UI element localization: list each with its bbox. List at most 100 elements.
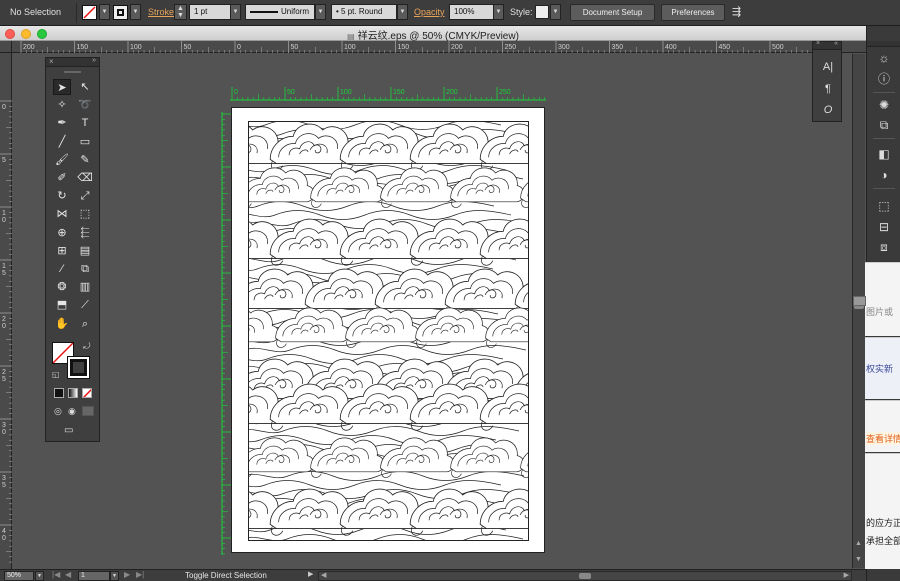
fill-dropdown[interactable]: ▼ <box>99 4 110 20</box>
character-icon[interactable]: A| <box>820 60 836 74</box>
preferences-button[interactable]: Preferences <box>661 4 725 21</box>
pathfinder-icon[interactable]: ⧈ <box>875 239 893 255</box>
default-fill-stroke-icon[interactable]: ◱ <box>52 370 60 379</box>
screen-mode-icon[interactable]: ▭ <box>64 425 81 436</box>
shape-builder-tool-icon[interactable]: ⊕ <box>53 225 71 241</box>
brush-dropdown[interactable]: ▼ <box>397 4 408 20</box>
opacity-dropdown[interactable]: ▼ <box>493 4 504 20</box>
gradient-tool-icon[interactable]: ▤ <box>76 243 94 259</box>
type-tool-icon[interactable]: T <box>76 115 94 131</box>
info-icon[interactable]: ⓘ <box>875 71 893 87</box>
expand-panel-icon[interactable]: « <box>834 40 838 47</box>
stroke-color-box[interactable] <box>67 356 90 379</box>
blob-brush-tool-icon[interactable]: ✐ <box>53 170 71 186</box>
scroll-left-icon[interactable]: ◀ <box>321 571 326 579</box>
horizontal-scroll-thumb[interactable] <box>579 573 591 579</box>
last-artboard-icon[interactable]: ▶| <box>136 570 144 579</box>
character-panel-strip[interactable]: × « A| ¶ O <box>812 40 842 122</box>
tools-panel[interactable]: × » ➤ ↖ ✧ ➰ ✒ T ╱ ▭ 🖌 ✎ ✐ ⌫ ↻ ⤢ ⋈ ⬚ ⊕ ⬱ ⊞ ▤ ⁄ ⧉ ❂ ▥ ⬒ ⟋ ✋ ⌕ ⤾ ◱ ◎ ◉… <box>45 57 100 442</box>
zoom-dropdown[interactable]: ▼ <box>35 571 44 581</box>
color-guide-icon[interactable]: ◑ <box>875 167 893 183</box>
pen-tool-icon[interactable]: ✒ <box>53 115 71 131</box>
status-menu-icon[interactable]: ▶ <box>308 570 313 578</box>
line-segment-tool-icon[interactable]: ╱ <box>53 134 71 150</box>
variable-width-profile[interactable]: Uniform <box>245 4 315 20</box>
eyedropper-tool-icon[interactable]: ⁄ <box>53 261 71 277</box>
ruler-origin[interactable] <box>0 41 12 53</box>
style-dropdown[interactable]: ▼ <box>550 4 561 20</box>
appearance-icon[interactable]: ✺ <box>875 97 893 113</box>
direct-selection-tool-icon[interactable]: ↖ <box>76 79 94 95</box>
close-panel-icon[interactable]: × <box>49 57 54 66</box>
mesh-tool-icon[interactable]: ⊞ <box>53 243 71 259</box>
draw-normal-icon[interactable]: ◎ <box>54 406 66 416</box>
magic-wand-tool-icon[interactable]: ✧ <box>53 97 71 113</box>
first-artboard-icon[interactable]: |◀ <box>52 570 60 579</box>
style-swatch[interactable] <box>535 5 549 19</box>
transform-icon[interactable]: ⬚ <box>875 198 893 214</box>
zoom-field[interactable]: 50% <box>4 571 34 581</box>
paintbrush-tool-icon[interactable]: 🖌 <box>53 152 71 168</box>
blend-tool-icon[interactable]: ⧉ <box>76 261 94 277</box>
rectangle-tool-icon[interactable]: ▭ <box>76 134 94 150</box>
perspective-grid-tool-icon[interactable]: ⬱ <box>76 225 94 241</box>
none-mode-icon[interactable] <box>82 388 92 398</box>
draw-behind-icon[interactable]: ◉ <box>68 406 80 416</box>
vertical-ruler[interactable]: 051015202530354045 <box>0 41 12 569</box>
profile-dropdown[interactable]: ▼ <box>315 4 326 20</box>
previous-artboard-icon[interactable]: ◀ <box>65 570 71 579</box>
artboard-tool-icon[interactable]: ⬒ <box>53 297 71 313</box>
paragraph-icon[interactable]: ¶ <box>820 82 836 96</box>
swap-fill-stroke-icon[interactable]: ⤾ <box>83 341 91 352</box>
zoom-tool-icon[interactable]: ⌕ <box>76 316 94 332</box>
width-tool-icon[interactable]: ⋈ <box>53 206 71 222</box>
artboard-field[interactable]: 1 <box>78 571 110 581</box>
panel-grip[interactable] <box>64 71 81 73</box>
stroke-weight-field[interactable]: 1 pt <box>189 4 231 20</box>
selection-tool-icon[interactable]: ➤ <box>53 79 71 95</box>
hand-tool-icon[interactable]: ✋ <box>53 316 71 332</box>
dock-header[interactable] <box>867 41 900 47</box>
opentype-icon[interactable]: O <box>820 103 836 117</box>
column-graph-tool-icon[interactable]: ▥ <box>76 279 94 295</box>
stroke-swatch[interactable] <box>113 5 128 20</box>
stroke-color-dropdown[interactable]: ▼ <box>130 4 141 20</box>
graphic-styles-icon[interactable]: ⧉ <box>875 117 893 133</box>
panel-strip-header[interactable]: × « <box>813 40 841 50</box>
free-transform-tool-icon[interactable]: ⬚ <box>76 206 94 222</box>
symbol-sprayer-tool-icon[interactable]: ❂ <box>53 279 71 295</box>
rotate-tool-icon[interactable]: ↻ <box>53 188 71 204</box>
align-icon[interactable]: ⊟ <box>875 219 893 235</box>
dock-splitter[interactable] <box>853 296 866 306</box>
stroke-weight-stepper[interactable]: ▲ ▼ <box>174 4 187 20</box>
scroll-right-icon[interactable]: ▶ <box>844 571 849 579</box>
stroke-weight-dropdown[interactable]: ▼ <box>230 4 241 20</box>
slice-tool-icon[interactable]: ⟋ <box>76 297 94 313</box>
eraser-tool-icon[interactable]: ⌫ <box>76 170 94 186</box>
scroll-down-icon[interactable]: ▼ <box>855 556 862 563</box>
tools-panel-header[interactable]: × » <box>46 57 99 67</box>
cloud-pattern-artwork[interactable] <box>248 121 529 541</box>
brush-definition[interactable]: • 5 pt. Round <box>331 4 397 20</box>
draw-inside-icon[interactable] <box>82 406 94 416</box>
next-artboard-icon[interactable]: ▶ <box>124 570 130 579</box>
color-mode-icon[interactable] <box>54 388 64 398</box>
opacity-field[interactable]: 100% <box>449 4 494 20</box>
collapse-panel-icon[interactable]: » <box>92 57 96 64</box>
horizontal-scrollbar[interactable]: ◀ ▶ <box>318 571 852 581</box>
fill-swatch[interactable] <box>82 5 97 20</box>
vertical-scrollbar[interactable]: ▲ ▼ <box>852 54 865 568</box>
artboard-dropdown[interactable]: ▼ <box>110 571 119 581</box>
lasso-tool-icon[interactable]: ➰ <box>76 97 94 113</box>
scroll-up-icon[interactable]: ▲ <box>855 540 862 547</box>
scale-tool-icon[interactable]: ⤢ <box>76 188 94 204</box>
arrange-documents-icon[interactable]: ⇶ <box>732 5 748 20</box>
stroke-link[interactable]: Stroke <box>148 7 174 17</box>
artboard[interactable] <box>231 107 545 553</box>
document-setup-button[interactable]: Document Setup <box>570 4 655 21</box>
brightness-icon[interactable]: ☼ <box>875 50 893 66</box>
close-panel-icon[interactable]: × <box>816 40 820 47</box>
transparency-icon[interactable]: ◧ <box>875 146 893 162</box>
gradient-mode-icon[interactable] <box>68 388 78 398</box>
horizontal-ruler[interactable]: 200 150 100 50 0 50 100 150 200 250 300 350 400 450 50… <box>12 41 866 53</box>
